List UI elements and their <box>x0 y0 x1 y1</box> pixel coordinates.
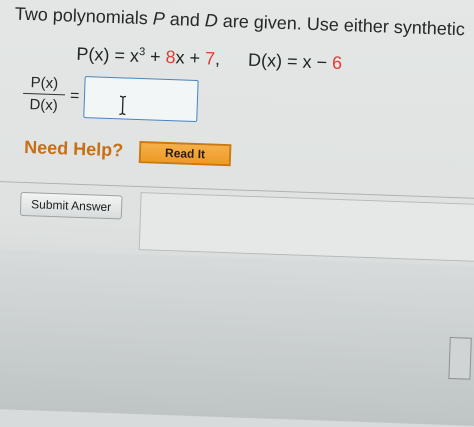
problem-mid: and <box>164 8 206 31</box>
problem-var-p: P <box>152 8 166 29</box>
polynomial-equations: P(x) = x3 + 8x + 7, D(x) = x − 6 <box>76 44 342 74</box>
equals-sign: = <box>69 87 80 105</box>
problem-var-d: D <box>204 10 219 31</box>
answer-input[interactable] <box>83 76 199 123</box>
p-plus-1: + <box>144 46 166 67</box>
screen: Two polynomials P and D are given. Use e… <box>0 0 474 427</box>
problem-intro-after-d: are given. Use either synthetic <box>217 10 466 40</box>
d-lhs: D(x) = x − <box>247 49 333 73</box>
side-panel <box>138 192 474 263</box>
read-it-button[interactable]: Read It <box>138 141 232 167</box>
fraction: P(x) D(x) <box>22 74 66 115</box>
fraction-denominator: D(x) <box>29 96 59 115</box>
problem-intro-before-p: Two polynomials <box>14 3 154 29</box>
d-constant: 6 <box>331 52 343 74</box>
corner-element <box>448 336 472 380</box>
need-help-label: Need Help? <box>23 136 124 161</box>
bottom-area <box>0 247 474 427</box>
p-plus-2: + <box>184 47 206 69</box>
problem-text: Two polynomials P and D are given. Use e… <box>14 3 466 41</box>
p-lhs: P(x) = x <box>76 43 140 66</box>
text-cursor-icon <box>119 95 127 116</box>
fraction-numerator: P(x) <box>30 74 59 93</box>
comma: , <box>214 48 221 69</box>
submit-answer-button[interactable]: Submit Answer <box>19 191 123 220</box>
fraction-bar <box>23 92 66 96</box>
